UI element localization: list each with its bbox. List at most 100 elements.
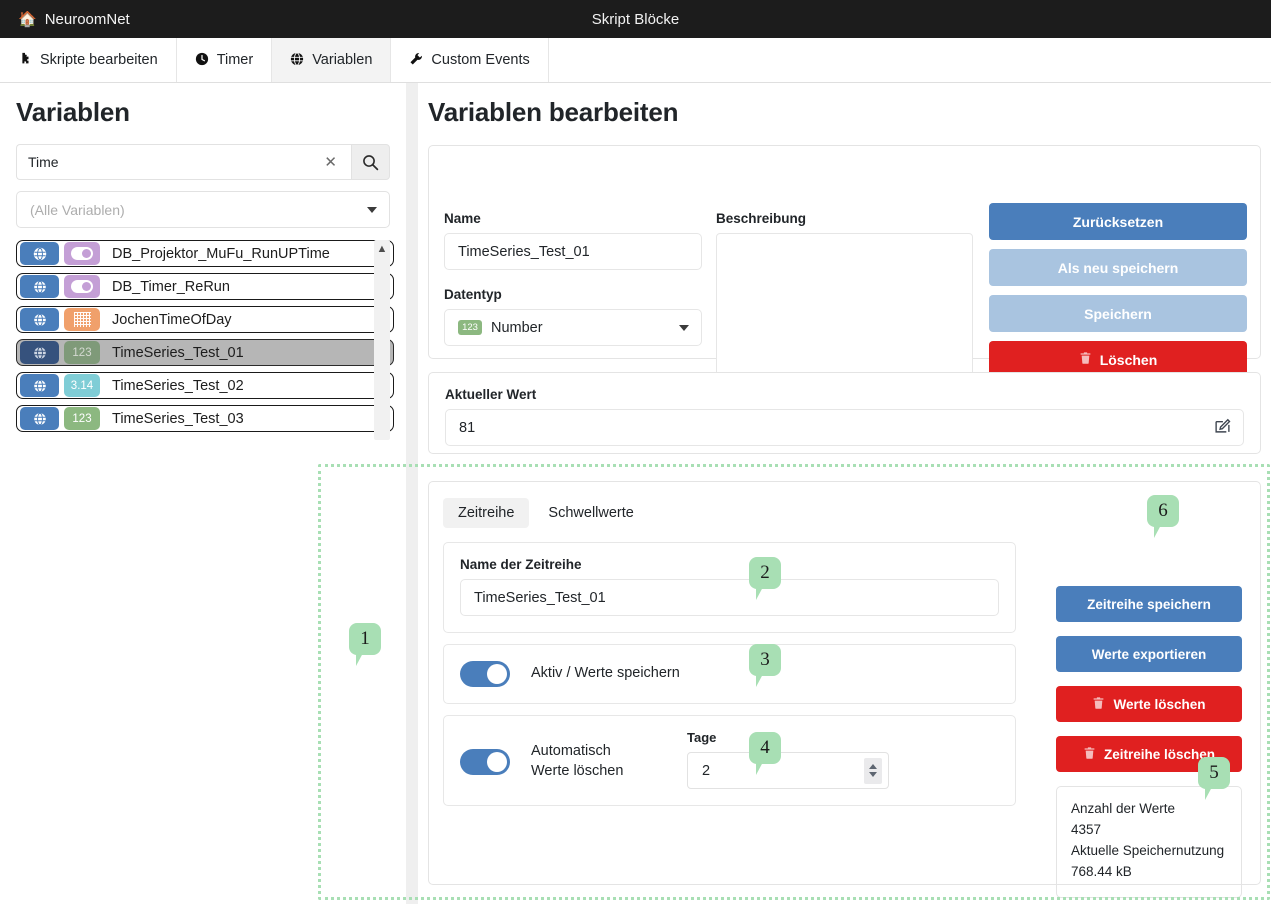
tab-label: Variablen [312,52,372,68]
variable-form-panel: Name TimeSeries_Test_01 Datentyp 123 Num… [428,145,1261,359]
timeseries-action-buttons: Zeitreihe speichern Werte exportieren We… [1056,586,1242,898]
tab-label: Custom Events [431,52,529,68]
type-badge [64,242,100,265]
quantity-stepper[interactable] [864,758,882,784]
tab-variablen[interactable]: Variablen [272,38,391,82]
close-icon[interactable]: ✕ [318,153,343,171]
datatype-select[interactable]: 123 Number [444,309,702,346]
series-name-panel: Name der Zeitreihe TimeSeries_Test_01 [443,542,1016,633]
globe-icon [20,275,59,298]
stepper-down-icon[interactable] [869,772,877,777]
variable-name: TimeSeries_Test_02 [112,378,244,394]
current-value: 81 [459,420,1214,436]
save-as-new-button[interactable]: Als neu speichern [989,249,1247,286]
home-icon: 🏠 [18,12,37,27]
tab-skripte-bearbeiten[interactable]: Skripte bearbeiten [0,38,177,82]
globe-icon [20,374,59,397]
tab-label: Skripte bearbeiten [40,52,158,68]
timeseries-tabs: Zeitreihe Schwellwerte [429,482,1260,528]
name-input[interactable]: TimeSeries_Test_01 [444,233,702,270]
days-input[interactable]: 2 [687,752,889,789]
variables-sidebar: Variablen Time ✕ (Alle Variablen) [0,83,406,904]
save-series-button[interactable]: Zeitreihe speichern [1056,586,1242,622]
storage-usage-value: 768.44 kB [1071,862,1227,883]
edit-icon[interactable] [1214,417,1231,438]
globe-icon [290,52,304,69]
brand-label: NeuroomNet [45,11,130,28]
list-scrollbar[interactable]: ▲ [374,240,390,440]
values-count-value: 4357 [1071,820,1227,841]
active-toggle-label: Aktiv / Werte speichern [531,664,680,684]
search-button[interactable] [351,144,390,180]
variable-name: JochenTimeOfDay [112,312,232,328]
search-input[interactable]: Time ✕ [16,144,351,180]
save-button[interactable]: Speichern [989,295,1247,332]
page-title: Variablen bearbeiten [428,97,1271,128]
autodelete-toggle[interactable] [460,749,510,775]
toggle-icon [71,280,93,293]
list-item[interactable]: 123 TimeSeries_Test_03 [16,405,394,432]
tab-custom-events[interactable]: Custom Events [391,38,548,82]
globe-icon [20,308,59,331]
datatype-field-group: Datentyp 123 Number [444,287,702,346]
list-item[interactable]: DB_Timer_ReRun [16,273,394,300]
delete-values-button[interactable]: Werte löschen [1056,686,1242,722]
current-value-panel: Aktueller Wert 81 [428,372,1261,454]
storage-info-box: Anzahl der Werte 4357 Aktuelle Speichern… [1056,786,1242,898]
list-item[interactable]: DB_Projektor_MuFu_RunUPTime [16,240,394,267]
variable-list-wrapper: DB_Projektor_MuFu_RunUPTime DB_Timer_ReR… [16,240,390,432]
app-root: 🏠 NeuroomNet Skript Blöcke Skripte bearb… [0,0,1271,904]
chevron-down-icon [679,325,689,331]
variable-list: DB_Projektor_MuFu_RunUPTime DB_Timer_ReR… [16,240,394,432]
wrench-icon [409,52,423,69]
filter-placeholder: (Alle Variablen) [30,202,367,218]
reset-button[interactable]: Zurücksetzen [989,203,1247,240]
active-toggle-panel: Aktiv / Werte speichern [443,644,1016,704]
tab-zeitreihe[interactable]: Zeitreihe [443,498,529,528]
export-values-button[interactable]: Werte exportieren [1056,636,1242,672]
stepper-up-icon[interactable] [869,764,877,769]
series-name-input[interactable]: TimeSeries_Test_01 [460,579,999,616]
datatype-value: Number [491,320,679,336]
timeseries-panel: Zeitreihe Schwellwerte Name der Zeitreih… [428,481,1261,885]
chevron-up-icon[interactable]: ▲ [377,244,388,255]
type-badge: 123 [64,407,100,430]
variable-name: TimeSeries_Test_01 [112,345,244,361]
delete-values-label: Werte löschen [1113,697,1205,712]
variable-filter-select[interactable]: (Alle Variablen) [16,191,390,228]
list-item[interactable]: 3.14 TimeSeries_Test_02 [16,372,394,399]
name-label: Name [444,211,702,226]
tab-schwellwerte[interactable]: Schwellwerte [533,498,648,528]
delete-series-button[interactable]: Zeitreihe löschen [1056,736,1242,772]
variable-name: TimeSeries_Test_03 [112,411,244,427]
sidebar-title: Variablen [16,97,390,128]
autodelete-panel: Automatisch Werte löschen Tage 2 [443,715,1016,806]
timeseries-body: Name der Zeitreihe TimeSeries_Test_01 Ak… [429,528,1260,806]
search-icon [362,154,379,171]
autodelete-toggle-label: Automatisch Werte löschen [531,742,651,781]
globe-icon [20,242,59,265]
list-item-selected[interactable]: 123 TimeSeries_Test_01 [16,339,394,366]
days-value: 2 [702,763,864,779]
days-label: Tage [687,730,889,745]
variable-editor: Variablen bearbeiten Name TimeSeries_Tes… [418,83,1271,904]
trash-icon [1079,351,1092,368]
top-bar: 🏠 NeuroomNet Skript Blöcke [0,0,1271,38]
current-value-input[interactable]: 81 [445,409,1244,446]
globe-icon [20,407,59,430]
list-item[interactable]: JochenTimeOfDay [16,306,394,333]
globe-icon [20,341,59,364]
calendar-icon [74,312,91,327]
trash-icon [1092,696,1105,713]
puzzle-icon [18,52,32,69]
active-toggle[interactable] [460,661,510,687]
tab-timer[interactable]: Timer [177,38,273,82]
column-divider[interactable] [406,83,418,904]
toggle-icon [71,247,93,260]
clock-icon [195,52,209,69]
series-name-label: Name der Zeitreihe [460,557,999,572]
brand[interactable]: 🏠 NeuroomNet [0,11,130,28]
storage-usage-label: Aktuelle Speichernutzung [1071,841,1227,862]
type-badge: 123 [64,341,100,364]
variable-name: DB_Projektor_MuFu_RunUPTime [112,246,330,262]
